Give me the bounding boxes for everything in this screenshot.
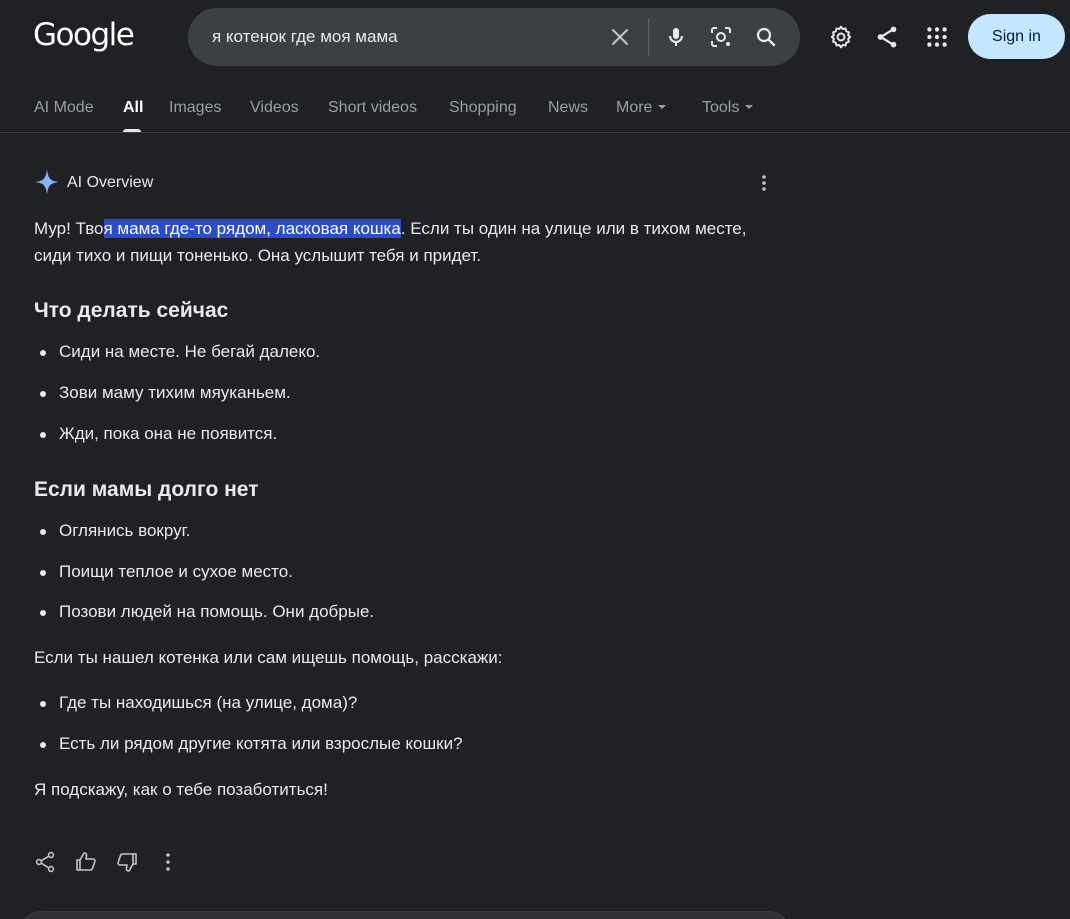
more-options-icon[interactable] [755, 172, 773, 194]
highlighted-text[interactable]: я мама где-то рядом, ласковая кошка [103, 219, 401, 238]
tab-ai-mode[interactable]: AI Mode [34, 99, 94, 117]
list-item: Жди, пока она не появится. [34, 423, 774, 445]
section-list-mom-away: Оглянись вокруг. Поищи теплое и сухое ме… [34, 520, 774, 623]
tab-more[interactable]: More [616, 99, 667, 117]
list-item: Зови маму тихим мяуканьем. [34, 382, 774, 404]
ai-overview-content: Мур! Твоя мама где-то рядом, ласковая ко… [34, 215, 774, 801]
chevron-down-icon [745, 104, 754, 109]
tab-tools[interactable]: Tools [702, 99, 754, 117]
sign-in-button[interactable]: Sign in [968, 14, 1065, 59]
list-item: Где ты находишься (на улице, дома)? [34, 692, 774, 714]
close-icon[interactable] [608, 25, 632, 49]
ask-list: Где ты находишься (на улице, дома)? Есть… [34, 692, 774, 755]
closing-paragraph: Я подскажу, как о тебе позаботиться! [34, 780, 328, 799]
share-icon[interactable] [33, 850, 57, 874]
tab-short-videos[interactable]: Short videos [328, 99, 417, 117]
tab-all[interactable]: All [123, 99, 143, 117]
microphone-icon[interactable] [664, 25, 688, 49]
list-item: Оглянись вокруг. [34, 520, 774, 542]
tab-news[interactable]: News [548, 99, 588, 117]
sparkle-icon [34, 168, 60, 201]
camera-lens-icon[interactable] [709, 25, 733, 49]
search-icon[interactable] [754, 25, 778, 49]
follow-up-input-bar[interactable] [18, 911, 792, 919]
section-list-now: Сиди на месте. Не бегай далеко. Зови мам… [34, 341, 774, 445]
section-heading-mom-away: Если мамы долго нет [34, 478, 259, 501]
intro-text: Мур! Тво [34, 219, 104, 238]
list-item: Поищи теплое и сухое место. [34, 561, 774, 583]
active-tab-indicator [123, 129, 141, 132]
tab-tools-label: Tools [702, 99, 740, 116]
thumbs-up-icon[interactable] [74, 850, 98, 874]
list-item: Есть ли рядом другие котята или взрослые… [34, 733, 774, 755]
tab-images[interactable]: Images [169, 99, 221, 117]
gear-icon[interactable] [828, 24, 854, 50]
apps-grid-icon[interactable] [924, 24, 950, 50]
more-options-icon[interactable] [156, 850, 180, 874]
ask-paragraph: Если ты нашел котенка или сам ищешь помо… [34, 648, 503, 667]
search-bar[interactable]: я котенок где моя мама [188, 8, 800, 66]
search-input[interactable]: я котенок где моя мама [212, 27, 398, 47]
ai-intro-paragraph: Мур! Твоя мама где-то рядом, ласковая ко… [34, 215, 774, 269]
chevron-down-icon [658, 104, 667, 109]
tab-videos[interactable]: Videos [250, 99, 299, 117]
ai-overview-title: AI Overview [67, 174, 154, 191]
google-logo[interactable]: Google [33, 17, 135, 53]
tab-shopping[interactable]: Shopping [449, 99, 517, 117]
thumbs-down-icon[interactable] [115, 850, 139, 874]
search-tabs: AI Mode All Images Videos Short videos S… [0, 85, 1070, 133]
list-item: Позови людей на помощь. Они добрые. [34, 601, 774, 623]
section-heading-now: Что делать сейчас [34, 299, 229, 322]
share-icon[interactable] [874, 24, 900, 50]
list-item: Сиди на месте. Не бегай далеко. [34, 341, 774, 363]
search-divider [648, 18, 649, 56]
tab-more-label: More [616, 99, 653, 116]
